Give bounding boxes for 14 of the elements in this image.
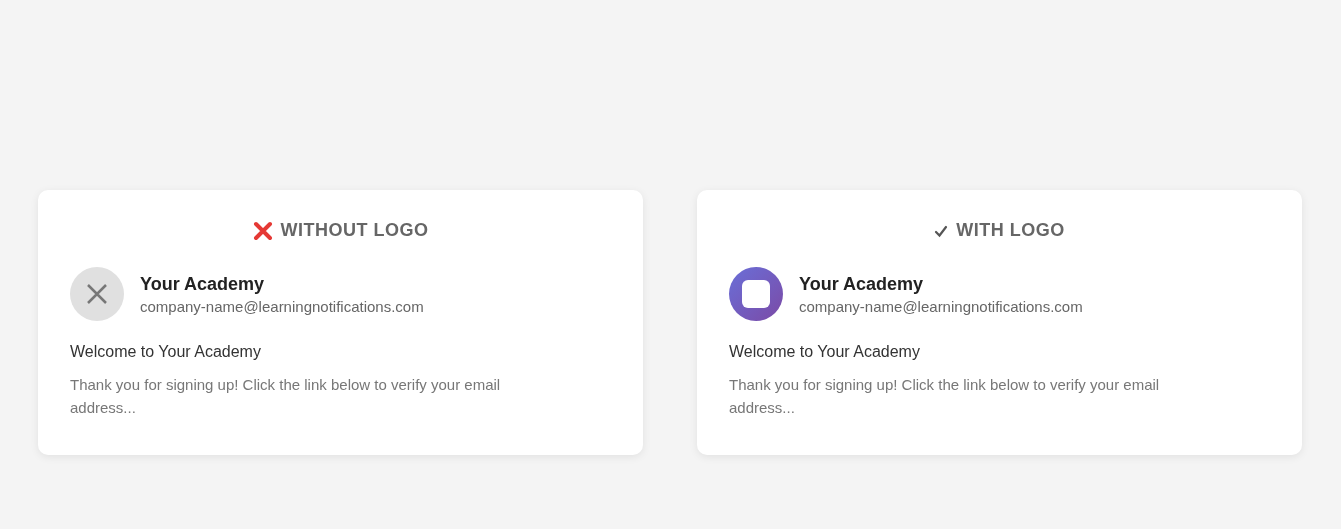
card-heading: WITHOUT LOGO (280, 220, 429, 241)
logo-icon (729, 267, 783, 321)
card-heading: WITH LOGO (956, 220, 1065, 241)
placeholder-avatar-icon (70, 267, 124, 321)
check-icon (934, 223, 949, 238)
sender-name: Your Academy (140, 273, 266, 295)
sender-email: company-name@learningnotifications.com (140, 297, 424, 315)
email-subject: Welcome to Your Academy (729, 343, 921, 361)
email-subject: Welcome to Your Academy (70, 343, 262, 361)
sender-name: Your Academy (799, 273, 925, 295)
email-preview-text: Thank you for signing up! Click the link below to verify your email address... (70, 375, 502, 418)
sender-email: company-name@learningnotifications.com (799, 297, 1083, 315)
email-preview-text: Thank you for signing up! Click the link below to verify your email address... (729, 375, 1161, 418)
cross-icon (252, 220, 273, 241)
